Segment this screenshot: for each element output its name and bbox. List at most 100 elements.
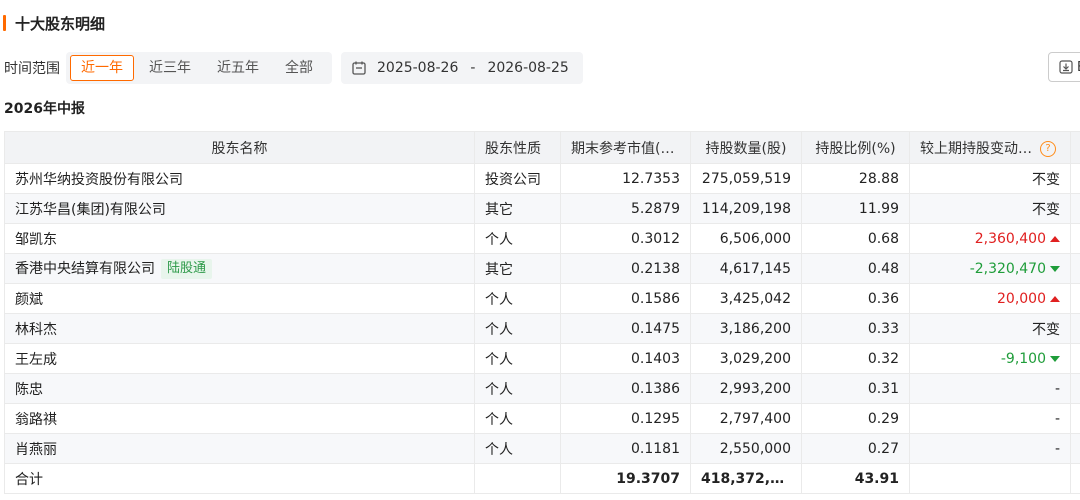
holder-name-cell: 颜斌	[4, 283, 475, 314]
holding-change-cell: 不变	[909, 193, 1071, 224]
total-label: 合计	[4, 463, 475, 494]
range-all-button[interactable]: 全部	[274, 55, 324, 81]
shares-held: 2,993,200	[690, 373, 802, 404]
holding-change-cell: -	[909, 433, 1071, 464]
export-icon	[1059, 60, 1073, 74]
table-header-row: 股东名称 股东性质 期末参考市值(… 持股数量(股) 持股比例(%) 较上期持股…	[4, 131, 1080, 164]
holding-ratio: 0.33	[801, 313, 910, 344]
col-header-extra	[1070, 131, 1080, 164]
holder-name-cell: 翁路祺	[4, 403, 475, 434]
holder-name[interactable]: 陈忠	[15, 382, 43, 398]
market-value: 0.3012	[560, 223, 691, 254]
holder-name[interactable]: 林科杰	[15, 322, 57, 338]
market-value: 0.1386	[560, 373, 691, 404]
table-row: 苏州华纳投资股份有限公司 投资公司 12.7353 275,059,519 28.88 不…	[4, 163, 1080, 194]
total-market-value: 19.3707	[560, 463, 691, 494]
col-header-name: 股东名称	[4, 131, 475, 164]
col-header-shares: 持股数量(股)	[690, 131, 802, 164]
holding-ratio: 0.31	[801, 373, 910, 404]
holding-change-cell: 不变	[909, 163, 1071, 194]
range-3y-button[interactable]: 近三年	[138, 55, 202, 81]
row-extra-cell	[1070, 163, 1080, 194]
holder-name-cell: 王左成	[4, 343, 475, 374]
decrease-arrow-icon	[1050, 355, 1060, 362]
range-5y-button[interactable]: 近五年	[206, 55, 270, 81]
report-period-title: 2026年中报	[4, 101, 85, 117]
date-range-picker[interactable]: 2025-08-26 - 2026-08-25	[341, 52, 583, 84]
holding-change-cell: 2,360,400	[909, 223, 1071, 254]
holding-change-cell: -2,320,470	[909, 253, 1071, 284]
increase-arrow-icon	[1050, 295, 1060, 302]
range-1y-button[interactable]: 近一年	[70, 55, 134, 81]
date-start: 2025-08-26	[377, 60, 459, 76]
holding-ratio: 11.99	[801, 193, 910, 224]
holder-type: 个人	[474, 343, 561, 374]
col-header-change-label: 较上期持股变动…	[920, 140, 1032, 157]
decrease-arrow-icon	[1050, 265, 1060, 272]
market-value: 0.1403	[560, 343, 691, 374]
holding-ratio: 0.29	[801, 403, 910, 434]
total-ratio: 43.91	[801, 463, 910, 494]
holder-name-cell: 邹凯东	[4, 223, 475, 254]
table-row: 陈忠 个人 0.1386 2,993,200 0.31 -	[4, 373, 1080, 404]
market-value: 0.1475	[560, 313, 691, 344]
total-change-empty	[909, 463, 1071, 494]
holder-name[interactable]: 邹凯东	[15, 232, 57, 248]
shares-held: 275,059,519	[690, 163, 802, 194]
col-header-change: 较上期持股变动…?	[909, 131, 1071, 164]
date-separator: -	[470, 60, 476, 76]
row-extra-cell	[1070, 283, 1080, 314]
holding-ratio: 0.32	[801, 343, 910, 374]
holding-change: 不变	[1032, 201, 1060, 218]
holder-name-cell: 肖燕丽	[4, 433, 475, 464]
row-extra-cell	[1070, 433, 1080, 464]
holder-name[interactable]: 颜斌	[15, 292, 43, 308]
holder-name-cell: 陈忠	[4, 373, 475, 404]
holder-name[interactable]: 肖燕丽	[15, 442, 57, 458]
holder-name[interactable]: 王左成	[15, 352, 57, 368]
row-extra-cell	[1070, 253, 1080, 284]
row-extra-cell	[1070, 463, 1080, 494]
holder-type: 投资公司	[474, 163, 561, 194]
market-value: 0.1586	[560, 283, 691, 314]
section-title: 十大股东明细	[15, 14, 106, 33]
table-row: 香港中央结算有限公司 陆股通 其它 0.2138 4,617,145 0.48 -2,320…	[4, 253, 1080, 284]
market-value: 0.1181	[560, 433, 691, 464]
col-header-market-value[interactable]: 期末参考市值(…	[560, 131, 691, 164]
row-extra-cell	[1070, 193, 1080, 224]
holding-change: 不变	[1032, 171, 1060, 188]
holding-ratio: 0.36	[801, 283, 910, 314]
stock-connect-badge: 陆股通	[161, 259, 213, 279]
holding-change: -	[1054, 380, 1060, 397]
holder-type: 个人	[474, 403, 561, 434]
row-extra-cell	[1070, 223, 1080, 254]
export-button[interactable]: E	[1048, 52, 1080, 82]
holder-type: 其它	[474, 193, 561, 224]
col-header-type: 股东性质	[474, 131, 561, 164]
holder-name-cell: 香港中央结算有限公司 陆股通	[4, 253, 475, 284]
holding-change: 20,000	[997, 290, 1046, 307]
market-value: 0.2138	[560, 253, 691, 284]
shares-held: 3,029,200	[690, 343, 802, 374]
holder-type: 其它	[474, 253, 561, 284]
shares-held: 6,506,000	[690, 223, 802, 254]
help-icon[interactable]: ?	[1040, 140, 1056, 157]
holder-type: 个人	[474, 373, 561, 404]
holding-ratio: 0.48	[801, 253, 910, 284]
holding-change-cell: 20,000	[909, 283, 1071, 314]
holder-name-cell: 江苏华昌(集团)有限公司	[4, 193, 475, 224]
holder-name[interactable]: 翁路祺	[15, 412, 57, 428]
row-extra-cell	[1070, 313, 1080, 344]
holding-ratio: 0.68	[801, 223, 910, 254]
holder-name[interactable]: 江苏华昌(集团)有限公司	[15, 202, 166, 218]
market-value: 12.7353	[560, 163, 691, 194]
holder-type: 个人	[474, 283, 561, 314]
holder-name[interactable]: 苏州华纳投资股份有限公司	[15, 172, 183, 188]
market-value: 5.2879	[560, 193, 691, 224]
holding-change: -2,320,470	[969, 260, 1046, 277]
filter-bar: 时间范围 近一年 近三年 近五年 全部 2025-08-26 - 2026-08…	[0, 52, 1080, 84]
shares-held: 3,425,042	[690, 283, 802, 314]
holder-name[interactable]: 香港中央结算有限公司	[15, 261, 155, 277]
holder-type: 个人	[474, 433, 561, 464]
holder-type: 个人	[474, 223, 561, 254]
